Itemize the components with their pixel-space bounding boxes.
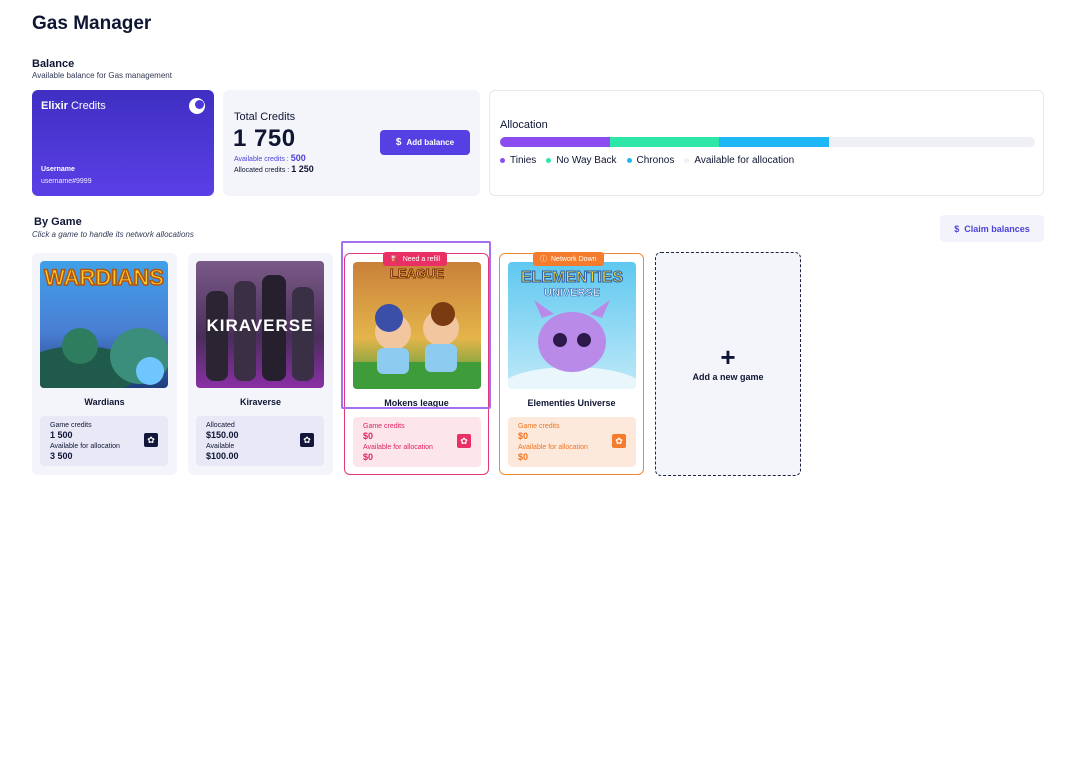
legend-dot-icon (626, 158, 632, 163)
dollar-icon: $ (954, 223, 960, 234)
game-cover-image: WARDIANS (40, 261, 168, 388)
page-title: Gas Manager (32, 13, 152, 34)
available-credits-line: Available credits : 500 (234, 153, 306, 163)
allocated-credits-line: Allocated credits : 1 250 (234, 164, 314, 174)
game-line2-label: Available for allocation (50, 443, 120, 450)
total-credits-value: 1 750 (233, 125, 296, 152)
game-card-elementies-universe[interactable]: ELEMENTIES UNIVERSE ⓘ Network Down Eleme… (499, 252, 644, 475)
legend-item: No Way Back (546, 155, 617, 166)
svg-text:WARDIANS: WARDIANS (44, 265, 164, 290)
gear-icon[interactable]: ✿ (612, 434, 626, 448)
add-balance-button[interactable]: $ Add balance (380, 130, 470, 155)
game-name: Mokens league (384, 398, 449, 408)
game-name: Kiraverse (239, 397, 282, 407)
svg-text:LEAGUE: LEAGUE (390, 266, 445, 281)
total-credits-card: Total Credits 1 750 Available credits : … (223, 90, 480, 196)
game-line1-value: $0 (518, 431, 529, 441)
game-card-wardians[interactable]: WARDIANS Wardians Game credits 1 500 Ava… (32, 253, 177, 475)
game-line2-value: 3 500 (50, 451, 73, 461)
add-new-game-button[interactable]: + Add a new game (655, 252, 801, 476)
by-game-subtitle: Click a game to handle its network alloc… (32, 230, 194, 239)
allocation-segment (500, 137, 610, 147)
add-new-game-label: Add a new game (692, 372, 764, 382)
game-line1-value: $0 (363, 431, 374, 441)
legend-label: Tinies (510, 155, 537, 166)
game-line2-label: Available (206, 443, 235, 450)
allocation-bar (500, 137, 1035, 147)
allocation-segment (719, 137, 830, 147)
dollar-icon: $ (395, 137, 402, 148)
svg-text:ELEMENTIES: ELEMENTIES (521, 269, 624, 286)
elixir-brand: Elixir (41, 100, 68, 112)
legend-item: Chronos (626, 155, 675, 166)
allocation-segment (609, 137, 720, 147)
game-line1-label: Game credits (50, 422, 92, 429)
game-card-mokens-league[interactable]: LEAGUE ⛽ Need a refill Mokens league Gam… (344, 252, 489, 475)
available-credits-value: 500 (290, 153, 306, 163)
allocation-segment (829, 137, 1035, 147)
game-name: Elementies Universe (527, 398, 616, 408)
legend-dot-icon (684, 158, 690, 163)
gear-icon[interactable]: ✿ (144, 433, 158, 447)
game-credits-panel: Allocated $150.00 Available $100.00 ✿ (196, 416, 324, 466)
game-cover-image: KIRAVERSE (196, 261, 324, 388)
by-game-title: By Game (34, 216, 82, 228)
claim-balances-label: Claim balances (964, 223, 1030, 234)
username-value: username#9999 (41, 178, 92, 185)
game-credits-panel: Game credits $0 Available for allocation… (353, 417, 481, 467)
game-credits-panel: Game credits 1 500 Available for allocat… (40, 416, 168, 466)
username-label: Username (41, 166, 75, 173)
legend-label: Available for allocation (694, 155, 795, 166)
balance-subtitle: Available balance for Gas management (32, 71, 172, 80)
allocated-credits-value: 1 250 (291, 164, 314, 174)
game-line2-label: Available for allocation (363, 444, 433, 451)
badge-label: Need a refill (402, 255, 441, 263)
legend-item: Tinies (500, 155, 536, 166)
claim-balances-button[interactable]: $ Claim balances (940, 215, 1044, 242)
gear-icon[interactable]: ✿ (457, 434, 471, 448)
game-cover-image: LEAGUE (353, 262, 481, 389)
game-credits-panel: Game credits $0 Available for allocation… (508, 417, 636, 467)
allocation-legend: Tinies No Way Back Chronos Available for al… (500, 155, 794, 166)
legend-dot-icon (500, 158, 505, 163)
elixir-card-title: Elixir Credits (41, 100, 106, 112)
plus-icon: + (720, 342, 736, 372)
fuel-icon: ⛽ (390, 256, 399, 263)
elixir-brand-suffix: Credits (70, 100, 106, 112)
game-line1-value: 1 500 (50, 430, 73, 440)
badge-label: Network Down (551, 255, 597, 263)
add-balance-label: Add balance (406, 138, 455, 147)
game-line2-value: $0 (518, 452, 529, 462)
balance-title: Balance (32, 58, 75, 70)
elixir-logo-icon (189, 98, 205, 114)
need-refill-badge: ⛽ Need a refill (383, 252, 448, 266)
allocation-card: Allocation Tinies No Way Back Chronos Avail… (489, 90, 1044, 196)
game-line1-label: Allocated (206, 422, 235, 429)
gear-icon[interactable]: ✿ (300, 433, 314, 447)
game-line2-label: Available for allocation (518, 444, 588, 451)
game-line1-label: Game credits (363, 423, 405, 430)
game-cover-image: ELEMENTIES UNIVERSE (508, 262, 636, 389)
svg-text:UNIVERSE: UNIVERSE (544, 287, 600, 299)
network-down-badge: ⓘ Network Down (533, 252, 604, 266)
game-line1-label: Game credits (518, 423, 560, 430)
game-line1-value: $150.00 (206, 430, 239, 440)
available-credits-label: Available credits : (234, 156, 289, 163)
total-credits-label: Total Credits (234, 111, 296, 123)
game-line2-value: $100.00 (206, 451, 239, 461)
alert-icon: ⓘ (540, 256, 547, 263)
svg-text:KIRAVERSE: KIRAVERSE (207, 316, 314, 335)
legend-label: Chronos (636, 155, 675, 166)
game-name: Wardians (84, 397, 125, 407)
allocated-credits-label: Allocated credits : (234, 167, 290, 174)
legend-item: Available for allocation (684, 155, 794, 166)
elixir-credits-card: Elixir Credits Username username#9999 (32, 90, 214, 196)
legend-label: No Way Back (556, 155, 617, 166)
game-line2-value: $0 (363, 452, 374, 462)
allocation-title: Allocation (500, 119, 548, 131)
game-card-kiraverse[interactable]: KIRAVERSE Kiraverse Allocated $150.00 Av… (188, 253, 333, 475)
legend-dot-icon (546, 158, 552, 163)
